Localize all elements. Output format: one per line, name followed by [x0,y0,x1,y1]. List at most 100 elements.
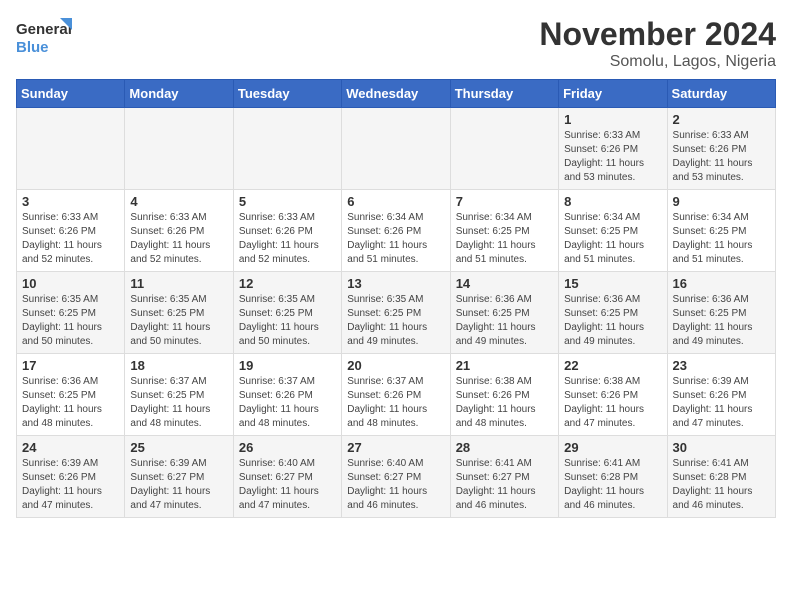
calendar-table: SundayMondayTuesdayWednesdayThursdayFrid… [16,79,776,518]
day-number: 30 [673,440,770,455]
day-number: 4 [130,194,227,209]
calendar-cell: 15 Sunrise: 6:36 AMSunset: 6:25 PMDayligh… [559,272,667,354]
day-info: Sunrise: 6:36 AMSunset: 6:25 PMDaylight:… [22,375,119,431]
day-info: Sunrise: 6:33 AMSunset: 6:26 PMDaylight:… [130,211,227,267]
day-number: 6 [347,194,444,209]
day-info: Sunrise: 6:36 AMSunset: 6:25 PMDaylight:… [564,293,661,349]
day-number: 7 [456,194,553,209]
title-block: November 2024 Somolu, Lagos, Nigeria [539,16,776,71]
day-number: 23 [673,358,770,373]
day-info: Sunrise: 6:33 AMSunset: 6:26 PMDaylight:… [22,211,119,267]
day-number: 8 [564,194,661,209]
calendar-cell: 14 Sunrise: 6:36 AMSunset: 6:25 PMDayligh… [450,272,558,354]
day-info: Sunrise: 6:41 AMSunset: 6:27 PMDaylight:… [456,457,553,513]
day-number: 14 [456,276,553,291]
calendar-cell: 24 Sunrise: 6:39 AMSunset: 6:26 PMDayligh… [17,436,125,518]
calendar-cell [125,108,233,190]
day-info: Sunrise: 6:39 AMSunset: 6:26 PMDaylight:… [673,375,770,431]
calendar-week-row: 1 Sunrise: 6:33 AMSunset: 6:26 PMDaylight… [17,108,776,190]
day-info: Sunrise: 6:37 AMSunset: 6:26 PMDaylight:… [239,375,336,431]
day-info: Sunrise: 6:33 AMSunset: 6:26 PMDaylight:… [564,129,661,185]
day-info: Sunrise: 6:38 AMSunset: 6:26 PMDaylight:… [456,375,553,431]
calendar-cell: 25 Sunrise: 6:39 AMSunset: 6:27 PMDayligh… [125,436,233,518]
day-info: Sunrise: 6:34 AMSunset: 6:25 PMDaylight:… [564,211,661,267]
day-number: 16 [673,276,770,291]
calendar-cell: 10 Sunrise: 6:35 AMSunset: 6:25 PMDayligh… [17,272,125,354]
day-number: 17 [22,358,119,373]
calendar-cell [450,108,558,190]
calendar-cell: 12Sunrise: 6:35 AMSunset: 6:25 PMDayligh… [233,272,341,354]
calendar-cell: 27Sunrise: 6:40 AMSunset: 6:27 PMDayligh… [342,436,450,518]
calendar-cell: 19 Sunrise: 6:37 AMSunset: 6:26 PMDayligh… [233,354,341,436]
calendar-cell: 23 Sunrise: 6:39 AMSunset: 6:26 PMDayligh… [667,354,775,436]
weekday-header: Friday [559,80,667,108]
day-info: Sunrise: 6:35 AMSunset: 6:25 PMDaylight:… [22,293,119,349]
day-info: Sunrise: 6:34 AMSunset: 6:26 PMDaylight:… [347,211,444,267]
weekday-header: Wednesday [342,80,450,108]
day-number: 24 [22,440,119,455]
calendar-cell: 18Sunrise: 6:37 AMSunset: 6:25 PMDayligh… [125,354,233,436]
day-number: 11 [130,276,227,291]
day-number: 25 [130,440,227,455]
calendar-cell: 13Sunrise: 6:35 AMSunset: 6:25 PMDayligh… [342,272,450,354]
weekday-header: Sunday [17,80,125,108]
page-header: General Blue November 2024 Somolu, Lagos… [16,16,776,71]
day-info: Sunrise: 6:38 AMSunset: 6:26 PMDaylight:… [564,375,661,431]
day-number: 10 [22,276,119,291]
day-number: 12 [239,276,336,291]
location: Somolu, Lagos, Nigeria [539,53,776,71]
day-info: Sunrise: 6:39 AMSunset: 6:26 PMDaylight:… [22,457,119,513]
calendar-cell: 29 Sunrise: 6:41 AMSunset: 6:28 PMDayligh… [559,436,667,518]
day-info: Sunrise: 6:37 AMSunset: 6:25 PMDaylight:… [130,375,227,431]
svg-text:Blue: Blue [16,39,49,56]
calendar-cell: 2 Sunrise: 6:33 AMSunset: 6:26 PMDaylight… [667,108,775,190]
day-number: 9 [673,194,770,209]
calendar-week-row: 17 Sunrise: 6:36 AMSunset: 6:25 PMDayligh… [17,354,776,436]
calendar-cell: 3 Sunrise: 6:33 AMSunset: 6:26 PMDaylight… [17,190,125,272]
weekday-header-row: SundayMondayTuesdayWednesdayThursdayFrid… [17,80,776,108]
day-number: 2 [673,112,770,127]
day-info: Sunrise: 6:34 AMSunset: 6:25 PMDaylight:… [673,211,770,267]
day-info: Sunrise: 6:36 AMSunset: 6:25 PMDaylight:… [456,293,553,349]
weekday-header: Saturday [667,80,775,108]
calendar-cell: 6 Sunrise: 6:34 AMSunset: 6:26 PMDaylight… [342,190,450,272]
day-number: 26 [239,440,336,455]
day-info: Sunrise: 6:41 AMSunset: 6:28 PMDaylight:… [673,457,770,513]
day-info: Sunrise: 6:33 AMSunset: 6:26 PMDaylight:… [673,129,770,185]
day-number: 21 [456,358,553,373]
calendar-cell: 16 Sunrise: 6:36 AMSunset: 6:25 PMDayligh… [667,272,775,354]
weekday-header: Thursday [450,80,558,108]
calendar-cell: 11 Sunrise: 6:35 AMSunset: 6:25 PMDayligh… [125,272,233,354]
day-number: 19 [239,358,336,373]
day-number: 22 [564,358,661,373]
day-number: 27 [347,440,444,455]
day-info: Sunrise: 6:33 AMSunset: 6:26 PMDaylight:… [239,211,336,267]
calendar-cell: 5 Sunrise: 6:33 AMSunset: 6:26 PMDaylight… [233,190,341,272]
day-info: Sunrise: 6:34 AMSunset: 6:25 PMDaylight:… [456,211,553,267]
calendar-cell: 20 Sunrise: 6:37 AMSunset: 6:26 PMDayligh… [342,354,450,436]
weekday-header: Tuesday [233,80,341,108]
day-info: Sunrise: 6:37 AMSunset: 6:26 PMDaylight:… [347,375,444,431]
calendar-week-row: 24 Sunrise: 6:39 AMSunset: 6:26 PMDayligh… [17,436,776,518]
day-info: Sunrise: 6:35 AMSunset: 6:25 PMDaylight:… [130,293,227,349]
calendar-cell: 30 Sunrise: 6:41 AMSunset: 6:28 PMDayligh… [667,436,775,518]
day-info: Sunrise: 6:41 AMSunset: 6:28 PMDaylight:… [564,457,661,513]
day-number: 13 [347,276,444,291]
logo: General Blue [16,16,76,60]
day-info: Sunrise: 6:40 AMSunset: 6:27 PMDaylight:… [239,457,336,513]
day-number: 29 [564,440,661,455]
calendar-cell: 17 Sunrise: 6:36 AMSunset: 6:25 PMDayligh… [17,354,125,436]
day-number: 15 [564,276,661,291]
day-number: 3 [22,194,119,209]
day-info: Sunrise: 6:39 AMSunset: 6:27 PMDaylight:… [130,457,227,513]
calendar-cell: 26 Sunrise: 6:40 AMSunset: 6:27 PMDayligh… [233,436,341,518]
day-number: 1 [564,112,661,127]
calendar-cell: 9 Sunrise: 6:34 AMSunset: 6:25 PMDaylight… [667,190,775,272]
calendar-cell: 7 Sunrise: 6:34 AMSunset: 6:25 PMDaylight… [450,190,558,272]
calendar-cell [233,108,341,190]
day-number: 20 [347,358,444,373]
calendar-cell: 4 Sunrise: 6:33 AMSunset: 6:26 PMDaylight… [125,190,233,272]
day-info: Sunrise: 6:36 AMSunset: 6:25 PMDaylight:… [673,293,770,349]
weekday-header: Monday [125,80,233,108]
day-number: 5 [239,194,336,209]
